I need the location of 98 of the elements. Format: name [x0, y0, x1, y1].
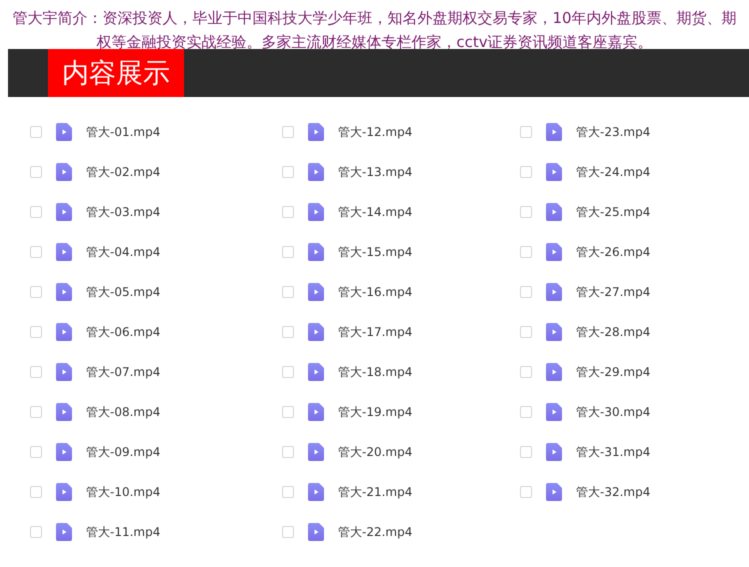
- checkbox[interactable]: [30, 326, 42, 338]
- file-name[interactable]: 管大-19.mp4: [338, 404, 412, 420]
- video-file-icon: [308, 363, 324, 381]
- video-file-icon: [308, 483, 324, 501]
- video-file-icon: [56, 123, 72, 141]
- checkbox[interactable]: [30, 246, 42, 258]
- video-file-icon: [546, 163, 562, 181]
- checkbox[interactable]: [30, 486, 42, 498]
- checkbox[interactable]: [30, 406, 42, 418]
- video-file-icon: [546, 403, 562, 421]
- file-name[interactable]: 管大-26.mp4: [576, 244, 650, 260]
- video-file-icon: [546, 443, 562, 461]
- file-name[interactable]: 管大-16.mp4: [338, 284, 412, 300]
- file-name[interactable]: 管大-18.mp4: [338, 364, 412, 380]
- file-name[interactable]: 管大-32.mp4: [576, 484, 650, 500]
- file-name[interactable]: 管大-07.mp4: [86, 364, 160, 380]
- checkbox[interactable]: [282, 126, 294, 138]
- video-file-icon: [546, 123, 562, 141]
- file-name[interactable]: 管大-11.mp4: [86, 524, 160, 540]
- video-file-icon: [546, 363, 562, 381]
- checkbox[interactable]: [282, 286, 294, 298]
- intro-text: 管大宇简介：资深投资人，毕业于中国科技大学少年班，知名外盘期权交易专家，10年内外盘股票、期货、期权等金融投资实战经验。多家主流财经媒体专栏作家，cctv证券资讯频道客座嘉宾。: [11, 8, 738, 49]
- file-name[interactable]: 管大-20.mp4: [338, 444, 412, 460]
- file-name[interactable]: 管大-15.mp4: [338, 244, 412, 260]
- file-name[interactable]: 管大-09.mp4: [86, 444, 160, 460]
- file-name[interactable]: 管大-30.mp4: [576, 404, 650, 420]
- file-name[interactable]: 管大-17.mp4: [338, 324, 412, 340]
- checkbox[interactable]: [30, 446, 42, 458]
- file-name[interactable]: 管大-10.mp4: [86, 484, 160, 500]
- video-file-icon: [56, 363, 72, 381]
- checkbox[interactable]: [282, 526, 294, 538]
- checkbox[interactable]: [520, 446, 532, 458]
- file-name[interactable]: 管大-31.mp4: [576, 444, 650, 460]
- video-file-icon: [308, 203, 324, 221]
- file-name[interactable]: 管大-04.mp4: [86, 244, 160, 260]
- file-name[interactable]: 管大-27.mp4: [576, 284, 650, 300]
- file-name[interactable]: 管大-08.mp4: [86, 404, 160, 420]
- video-file-icon: [308, 163, 324, 181]
- file-name[interactable]: 管大-01.mp4: [86, 124, 160, 140]
- file-name[interactable]: 管大-23.mp4: [576, 124, 650, 140]
- file-name[interactable]: 管大-21.mp4: [338, 484, 412, 500]
- file-name[interactable]: 管大-02.mp4: [86, 164, 160, 180]
- video-file-icon: [546, 243, 562, 261]
- video-file-icon: [56, 323, 72, 341]
- checkbox[interactable]: [282, 446, 294, 458]
- checkbox[interactable]: [30, 526, 42, 538]
- file-name[interactable]: 管大-28.mp4: [576, 324, 650, 340]
- video-file-icon: [56, 163, 72, 181]
- checkbox[interactable]: [520, 326, 532, 338]
- checkbox[interactable]: [282, 486, 294, 498]
- checkbox[interactable]: [520, 486, 532, 498]
- checkbox[interactable]: [520, 206, 532, 218]
- file-name[interactable]: 管大-06.mp4: [86, 324, 160, 340]
- checkbox[interactable]: [30, 286, 42, 298]
- video-file-icon: [56, 283, 72, 301]
- file-name[interactable]: 管大-22.mp4: [338, 524, 412, 540]
- file-name[interactable]: 管大-29.mp4: [576, 364, 650, 380]
- video-file-icon: [546, 203, 562, 221]
- file-name[interactable]: 管大-24.mp4: [576, 164, 650, 180]
- video-file-icon: [308, 523, 324, 541]
- video-file-icon: [308, 323, 324, 341]
- video-file-icon: [308, 403, 324, 421]
- checkbox[interactable]: [520, 166, 532, 178]
- checkbox[interactable]: [520, 246, 532, 258]
- video-file-icon: [308, 243, 324, 261]
- video-file-icon: [56, 483, 72, 501]
- checkbox[interactable]: [520, 366, 532, 378]
- checkbox[interactable]: [30, 126, 42, 138]
- video-file-icon: [56, 443, 72, 461]
- video-file-icon: [308, 283, 324, 301]
- checkbox[interactable]: [30, 206, 42, 218]
- video-file-icon: [308, 443, 324, 461]
- checkbox[interactable]: [282, 366, 294, 378]
- checkbox[interactable]: [30, 366, 42, 378]
- video-file-icon: [546, 323, 562, 341]
- checkbox[interactable]: [520, 406, 532, 418]
- checkbox[interactable]: [520, 286, 532, 298]
- checkbox[interactable]: [282, 246, 294, 258]
- checkbox[interactable]: [30, 166, 42, 178]
- file-name[interactable]: 管大-14.mp4: [338, 204, 412, 220]
- video-file-icon: [56, 243, 72, 261]
- video-file-icon: [56, 203, 72, 221]
- video-file-icon: [546, 483, 562, 501]
- file-name[interactable]: 管大-25.mp4: [576, 204, 650, 220]
- checkbox[interactable]: [282, 166, 294, 178]
- checkbox[interactable]: [520, 126, 532, 138]
- video-file-icon: [56, 403, 72, 421]
- section-title: 内容展示: [48, 49, 184, 97]
- checkbox[interactable]: [282, 326, 294, 338]
- file-name[interactable]: 管大-13.mp4: [338, 164, 412, 180]
- video-file-icon: [56, 523, 72, 541]
- file-name[interactable]: 管大-12.mp4: [338, 124, 412, 140]
- checkbox[interactable]: [282, 206, 294, 218]
- file-name[interactable]: 管大-05.mp4: [86, 284, 160, 300]
- video-file-icon: [546, 283, 562, 301]
- video-file-icon: [308, 123, 324, 141]
- checkbox[interactable]: [282, 406, 294, 418]
- file-name[interactable]: 管大-03.mp4: [86, 204, 160, 220]
